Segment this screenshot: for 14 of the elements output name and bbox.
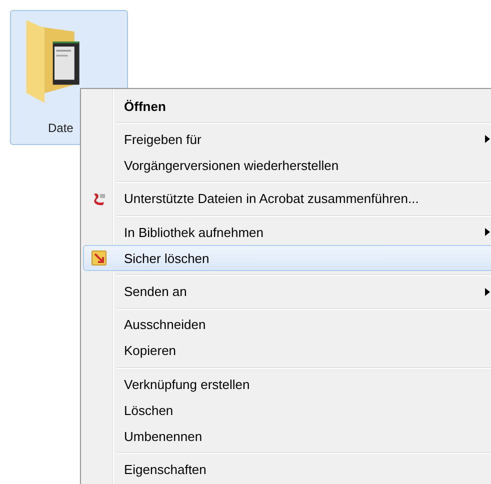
menu-item[interactable]: Unterstützte Dateien in Acrobat zusammenführen...: [83, 186, 491, 212]
shredder-icon: [91, 250, 107, 266]
menu-item[interactable]: Eigenschaften: [83, 456, 491, 483]
menu-item[interactable]: Kopieren: [83, 338, 491, 364]
acrobat-icon: [91, 190, 107, 207]
folder-label: Date: [48, 121, 74, 135]
menu-item[interactable]: Löschen: [83, 397, 491, 424]
menu-item[interactable]: Umbenennen: [83, 423, 491, 450]
menu-item[interactable]: Senden an: [83, 278, 491, 305]
menu-item[interactable]: Vorgängerversionen wiederherstellen: [83, 152, 491, 178]
menu-item[interactable]: Sicher löschen: [83, 245, 491, 272]
menu-item[interactable]: In Bibliothek aufnehmen: [83, 219, 491, 246]
menu-item[interactable]: Ausschneiden: [83, 312, 491, 338]
menu-item[interactable]: Verknüpfung erstellen: [83, 371, 491, 398]
